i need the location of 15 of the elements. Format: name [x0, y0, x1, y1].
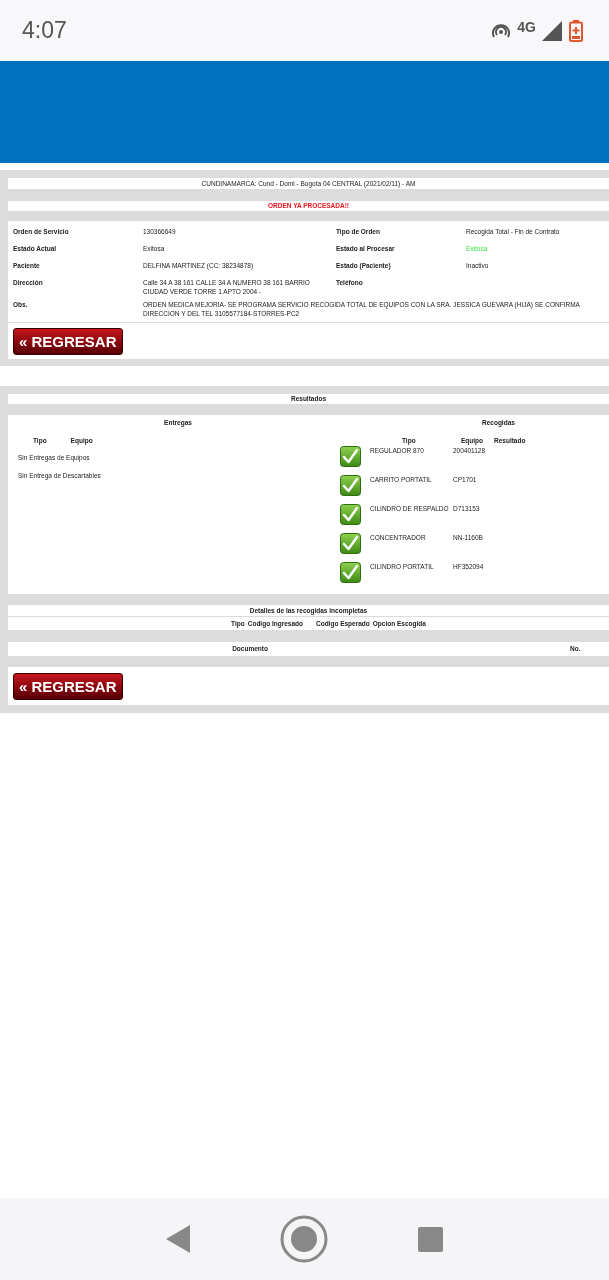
checkmark-icon — [340, 503, 361, 525]
hotspot-icon — [491, 21, 512, 40]
battery-icon — [569, 19, 583, 42]
clock-time: 4:07 — [22, 16, 67, 46]
recents-nav-icon[interactable] — [418, 1226, 443, 1252]
network-type: 4G — [517, 18, 536, 37]
back-button[interactable]: « REGRESAR — [13, 327, 123, 355]
checkmark-icon — [340, 532, 361, 554]
home-nav-icon[interactable] — [280, 1215, 328, 1263]
back-button[interactable]: « REGRESAR — [13, 672, 123, 700]
checkmark-icon — [340, 445, 361, 467]
checkmark-icon — [340, 474, 361, 496]
signal-icon — [542, 20, 563, 41]
back-nav-icon[interactable] — [166, 1225, 190, 1253]
checkmark-icon — [340, 561, 361, 583]
